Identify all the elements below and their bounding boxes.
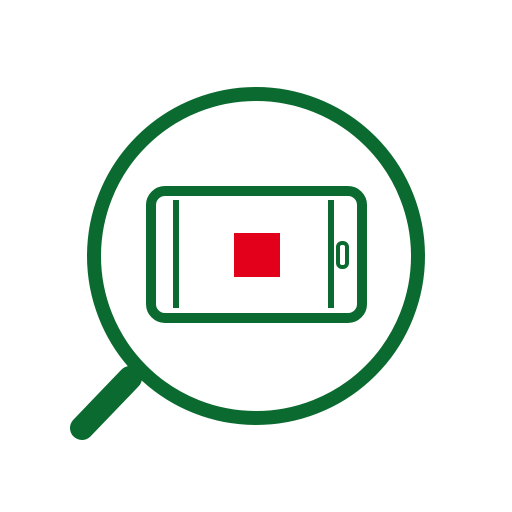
phone-home-button-icon bbox=[336, 241, 349, 269]
red-square-icon bbox=[234, 233, 280, 277]
magnifier-handle-icon bbox=[70, 366, 142, 440]
icon-canvas bbox=[0, 0, 512, 512]
magnifier-search-phone-icon bbox=[70, 87, 425, 440]
